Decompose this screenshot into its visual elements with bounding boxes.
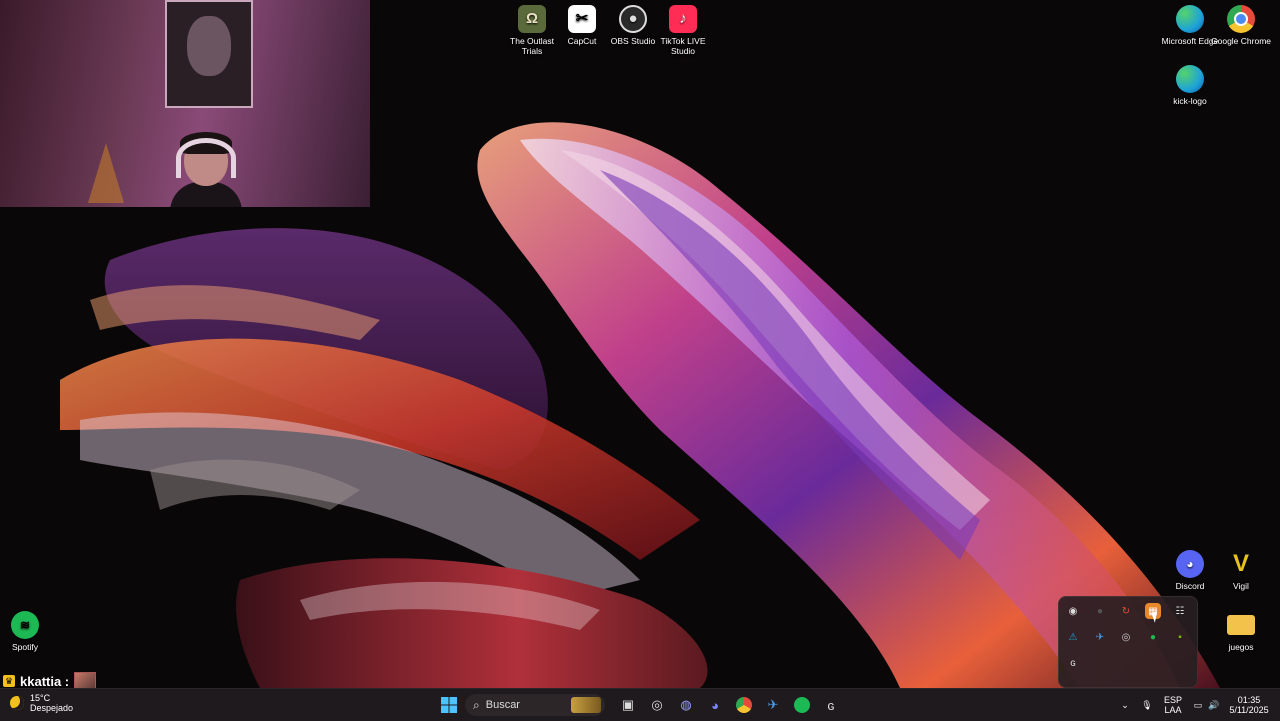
desktop-icon-google-chrome[interactable]: Google Chrome — [1211, 5, 1271, 46]
microphone-button[interactable]: 🎙 — [1138, 689, 1156, 721]
desktop-icon-spotify[interactable]: ≋ Spotify — [0, 611, 55, 652]
icon-label: kick-logo — [1173, 96, 1207, 106]
sync-icon[interactable]: ↻ — [1118, 603, 1134, 619]
logitech-icon[interactable]: ɢ — [1065, 655, 1081, 671]
taskbar-discord[interactable]: ◕ — [702, 693, 728, 717]
outlast-icon: Ω — [518, 5, 546, 33]
nvidia-icon[interactable]: ● — [1092, 603, 1108, 619]
start-button[interactable] — [436, 693, 462, 717]
windows-icon — [441, 697, 457, 713]
taskbar-logitech[interactable]: ɢ — [818, 693, 844, 717]
spotify-taskbar-icon — [794, 697, 810, 713]
streamer — [170, 132, 242, 207]
obs-icon: ● — [619, 5, 647, 33]
lang-top: ESP — [1163, 695, 1182, 705]
desktop-icon-juegos-folder[interactable]: juegos — [1211, 611, 1271, 652]
spotify-icon: ≋ — [11, 611, 39, 639]
tiktok-icon: ♪ — [669, 5, 697, 33]
taskbar-chrome[interactable] — [731, 693, 757, 717]
taskbar-steam[interactable]: ✈ — [760, 693, 786, 717]
microphone-icon: 🎙 — [1141, 700, 1153, 710]
desktop-icon-kick-logo[interactable]: kick-logo — [1160, 65, 1220, 106]
wet-floor-sign — [88, 143, 124, 203]
clock-date: 5/11/2025 — [1229, 705, 1269, 715]
webcam-overlay — [0, 0, 370, 207]
taskbar-spotify[interactable] — [789, 693, 815, 717]
app-grid-icon[interactable]: ☷ — [1172, 603, 1188, 619]
obs-taskbar-icon: ◎ — [651, 697, 663, 712]
taskbar-app-circle[interactable]: ◍ — [673, 693, 699, 717]
icon-label: Google Chrome — [1211, 36, 1272, 46]
crown-icon: ♛ — [3, 675, 15, 687]
tray-chevron-button[interactable]: ⌄ — [1116, 689, 1134, 721]
steam-taskbar-icon: ✈ — [767, 697, 779, 712]
taskbar-obs[interactable]: ◎ — [644, 693, 670, 717]
logitech-taskbar-icon: ɢ — [827, 697, 835, 713]
steam-blue-icon[interactable]: ✈ — [1092, 629, 1108, 645]
discord-icon: ◕ — [1176, 550, 1204, 578]
chevron-up-icon: ⌄ — [1121, 700, 1129, 710]
capcut-icon: ✂ — [568, 5, 596, 33]
icon-label: TikTok LIVE Studio — [660, 36, 706, 56]
ubisoft-icon[interactable]: ◎ — [1118, 629, 1134, 645]
task-view-button[interactable]: ▣ — [615, 693, 641, 717]
search-box[interactable]: ⌕ Buscar — [465, 694, 605, 716]
desktop-icon-tiktok-live-studio[interactable]: ♪ TikTok LIVE Studio — [653, 5, 713, 56]
wall-poster — [165, 0, 253, 108]
nvidia-green-icon[interactable]: ▪ — [1172, 629, 1188, 645]
language-indicator[interactable]: ESP LAA — [1160, 689, 1186, 721]
app-circle-icon: ◍ — [680, 697, 692, 712]
search-placeholder: Buscar — [485, 699, 520, 711]
tray-overflow-flyout: ◉ ● ↻ ▦ ☷ ⚠ ✈ ◎ ● ▪ ɢ — [1058, 596, 1198, 688]
icon-label: juegos — [1228, 642, 1254, 652]
discord-taskbar-icon: ◕ — [711, 697, 719, 713]
display-button[interactable]: ▭ — [1190, 689, 1206, 721]
weather-desc: Despejado — [30, 703, 74, 713]
icon-label: Spotify — [12, 642, 38, 652]
clock-time: 01:35 — [1237, 695, 1261, 705]
taskbar: 15°C Despejado ⌕ Buscar ▣ ◎ ◍ ◕ ✈ ɢ ⌄ 🎙 … — [0, 688, 1280, 721]
chrome-icon — [1227, 5, 1255, 33]
steam-icon[interactable]: ◉ — [1065, 603, 1081, 619]
search-highlight-icon — [571, 697, 601, 713]
clock[interactable]: 01:35 5/11/2025 — [1224, 689, 1274, 721]
speaker-icon: 🔊 — [1208, 700, 1220, 710]
vigil-icon: V — [1232, 550, 1249, 577]
edge-icon — [1176, 5, 1204, 33]
spotify-tray-icon[interactable]: ● — [1145, 629, 1161, 645]
folder-icon — [1227, 615, 1255, 635]
display-icon: ▭ — [1193, 700, 1203, 710]
lang-bottom: LAA — [1164, 705, 1182, 715]
task-view-icon: ▣ — [621, 697, 635, 712]
kick-logo-icon — [1176, 65, 1204, 93]
weather-widget[interactable]: 15°C Despejado — [10, 693, 73, 713]
search-icon: ⌕ — [473, 697, 480, 712]
moon-icon — [10, 696, 24, 710]
icon-label: Vigil — [1233, 581, 1249, 591]
volume-button[interactable]: 🔊 — [1206, 689, 1222, 721]
network-warning-icon[interactable]: ⚠ — [1065, 629, 1081, 645]
weather-temp: 15°C — [30, 693, 51, 703]
desktop-icon-vigil[interactable]: V Vigil — [1211, 550, 1271, 592]
chat-username: kkattia : — [20, 673, 70, 689]
chrome-taskbar-icon — [736, 697, 752, 713]
